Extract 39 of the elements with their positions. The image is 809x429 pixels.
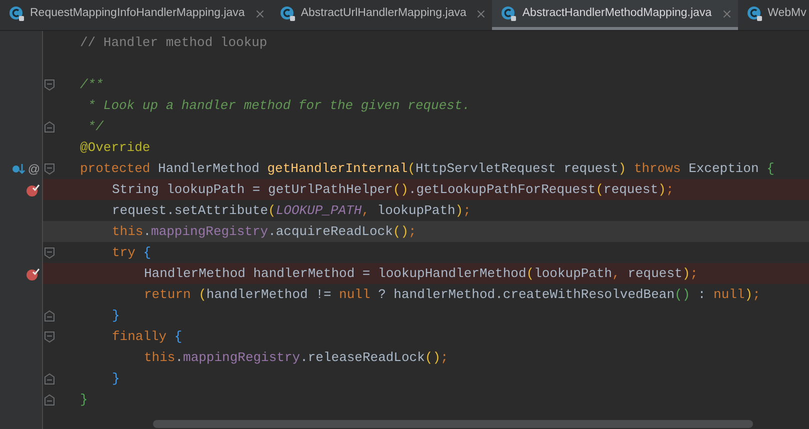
code-line: }	[80, 391, 88, 409]
breakpoint-icon[interactable]	[26, 182, 40, 196]
code-line: }	[111, 370, 120, 388]
editor-tab[interactable]: WebMv	[738, 0, 809, 30]
code-line: @Override	[80, 139, 150, 157]
close-icon[interactable]	[720, 8, 733, 20]
code-line: try {	[111, 244, 152, 262]
class-icon	[501, 6, 518, 22]
code-line: request.setAttribute(LOOKUP_PATH, lookupPath);	[111, 202, 471, 220]
code-line: * Look up a handler method for the given request.	[86, 97, 470, 115]
close-icon[interactable]	[254, 8, 266, 20]
fold-marker-icon[interactable]	[44, 330, 54, 342]
fold-marker-icon[interactable]	[44, 394, 54, 406]
class-icon	[746, 6, 763, 22]
fold-marker-icon[interactable]	[44, 78, 54, 90]
fold-marker-icon[interactable]	[44, 372, 54, 384]
code-line: /**	[80, 76, 104, 94]
fold-marker-icon[interactable]	[44, 162, 54, 174]
code-line: this.mappingRegistry.releaseReadLock();	[143, 349, 448, 367]
class-icon	[280, 6, 296, 22]
class-icon	[9, 6, 25, 22]
code-line: // Handler method lookup	[80, 34, 268, 52]
horizontal-scrollbar[interactable]	[153, 420, 753, 428]
editor-tab[interactable]: AbstractHandlerMethodMapping.java	[492, 0, 738, 30]
code-line: */	[86, 118, 104, 136]
fold-marker-icon[interactable]	[44, 120, 54, 132]
annotation-marker[interactable]: @	[28, 162, 40, 174]
code-line: HandlerMethod handlerMethod = lookupHandlerMethod(lookupPath, request);	[143, 265, 698, 283]
code-line: finally {	[111, 328, 182, 346]
fold-marker-icon[interactable]	[44, 246, 54, 258]
breakpoint-icon[interactable]	[26, 266, 40, 280]
code-line: String lookupPath = getUrlPathHelper().getLookupPathForRequest(request);	[111, 181, 674, 199]
code-line: protected HandlerMethod getHandlerInternal(HttpServletRequest request) throws Exception {	[80, 160, 774, 178]
code-line: return (handlerMethod != null ? handlerMethod.createWithResolvedBean() : null);	[143, 286, 760, 304]
code-line: this.mappingRegistry.acquireReadLock();	[111, 223, 416, 241]
code-line: }	[111, 307, 120, 325]
override-icon[interactable]	[12, 162, 26, 174]
fold-marker-icon[interactable]	[44, 310, 54, 322]
close-icon[interactable]	[475, 8, 488, 20]
